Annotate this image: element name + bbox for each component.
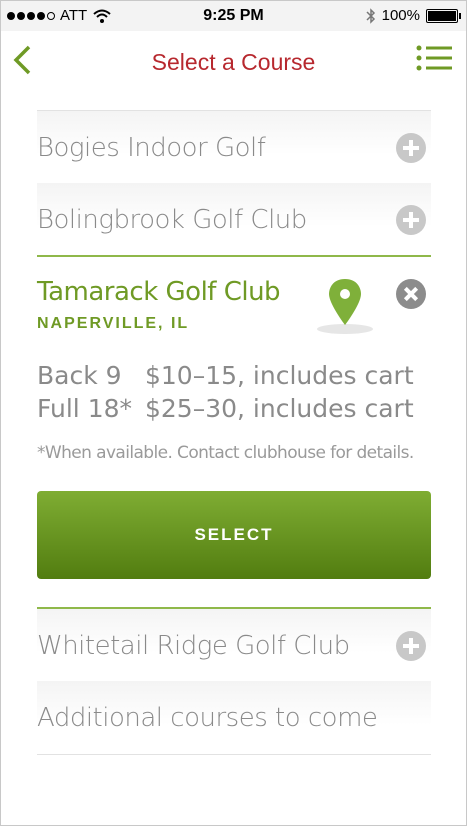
selected-course-name: Tamarack Golf Club	[37, 277, 281, 307]
price-label: Full 18*	[37, 394, 133, 423]
expand-plus-icon[interactable]	[396, 631, 426, 661]
course-row-label: Additional courses to come	[37, 703, 378, 733]
course-row-bolingbrook[interactable]: Bolingbrook Golf Club	[37, 183, 431, 257]
price-label: Back 9	[37, 361, 122, 390]
nav-bar: Select a Course	[1, 31, 466, 93]
app-frame: ATT 9:25 PM 100% Select a Course Bogies …	[0, 0, 467, 826]
expand-plus-icon[interactable]	[396, 205, 426, 235]
battery-label: 100%	[381, 7, 420, 24]
list-menu-icon[interactable]	[416, 44, 452, 72]
course-row-label: Bolingbrook Golf Club	[37, 205, 307, 235]
select-button[interactable]: SELECT	[37, 491, 431, 579]
selected-course-panel: Tamarack Golf Club NAPERVILLE, IL Back 9…	[37, 255, 431, 609]
status-bar: ATT 9:25 PM 100%	[1, 1, 466, 31]
page-title: Select a Course	[151, 49, 316, 75]
battery-icon	[426, 8, 461, 23]
availability-note: *When available. Contact clubhouse for d…	[37, 443, 414, 463]
collapse-close-icon[interactable]	[396, 279, 426, 309]
bluetooth-icon	[366, 7, 375, 24]
course-row-whitetail[interactable]: Whitetail Ridge Golf Club	[37, 607, 431, 683]
selected-course-city: NAPERVILLE, IL	[37, 315, 190, 332]
course-row-bogies[interactable]: Bogies Indoor Golf	[37, 110, 431, 185]
map-pin-icon[interactable]	[315, 277, 375, 337]
course-row-additional: Additional courses to come	[37, 681, 431, 755]
status-right: 100%	[366, 7, 461, 24]
course-row-label: Bogies Indoor Golf	[37, 133, 266, 163]
course-row-label: Whitetail Ridge Golf Club	[37, 631, 350, 661]
expand-plus-icon[interactable]	[396, 133, 426, 163]
price-value: $10–15, includes cart	[145, 361, 414, 390]
price-value: $25–30, includes cart	[145, 394, 414, 423]
